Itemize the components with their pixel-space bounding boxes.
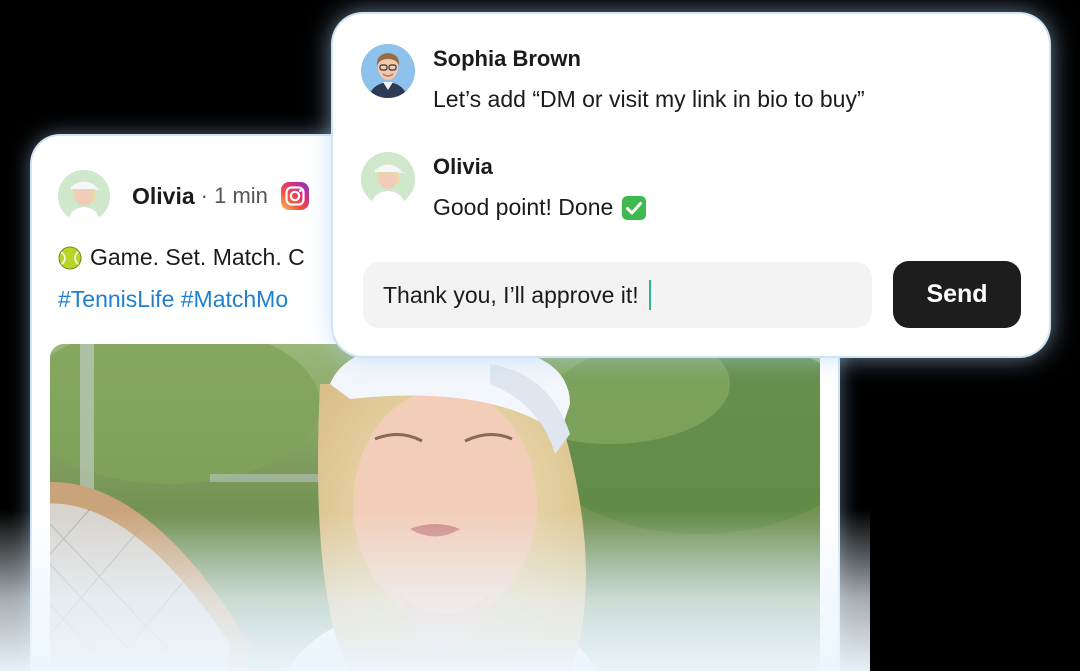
comment-thread-card: Sophia Brown Let’s add “DM or visit my l… bbox=[333, 14, 1049, 356]
message-text: Good point! Done bbox=[433, 194, 614, 220]
send-button[interactable]: Send bbox=[893, 261, 1021, 328]
tennis-ball-icon bbox=[58, 246, 82, 269]
instagram-icon bbox=[280, 182, 309, 210]
sophia-avatar[interactable] bbox=[361, 44, 415, 98]
text-caret bbox=[648, 280, 651, 310]
tennis-player-photo bbox=[50, 344, 820, 671]
post-header: Olivia · 1 min bbox=[58, 170, 310, 222]
reply-input-value: Thank you, I’ll approve it! bbox=[383, 281, 639, 308]
author-avatar[interactable] bbox=[58, 170, 110, 222]
post-photo[interactable] bbox=[50, 344, 820, 671]
message-text: Let’s add “DM or visit my link in bio to… bbox=[433, 86, 865, 112]
post-hashtags[interactable]: #TennisLife #MatchMo bbox=[58, 286, 288, 313]
post-caption-text: Game. Set. Match. C bbox=[90, 244, 305, 270]
message-author: Olivia bbox=[433, 154, 493, 179]
reply-input[interactable]: Thank you, I’ll approve it! bbox=[363, 262, 872, 328]
message-author: Sophia Brown bbox=[433, 46, 581, 71]
check-mark-icon bbox=[622, 195, 647, 220]
post-author-name[interactable]: Olivia bbox=[132, 183, 195, 210]
post-timestamp: · 1 min bbox=[200, 183, 268, 208]
chat-message: Olivia Good point! Done bbox=[361, 152, 647, 221]
olivia-avatar[interactable] bbox=[361, 152, 415, 206]
chat-message: Sophia Brown Let’s add “DM or visit my l… bbox=[361, 44, 865, 113]
post-caption: Game. Set. Match. C bbox=[58, 244, 305, 271]
message-text-row: Good point! Done bbox=[433, 194, 647, 221]
